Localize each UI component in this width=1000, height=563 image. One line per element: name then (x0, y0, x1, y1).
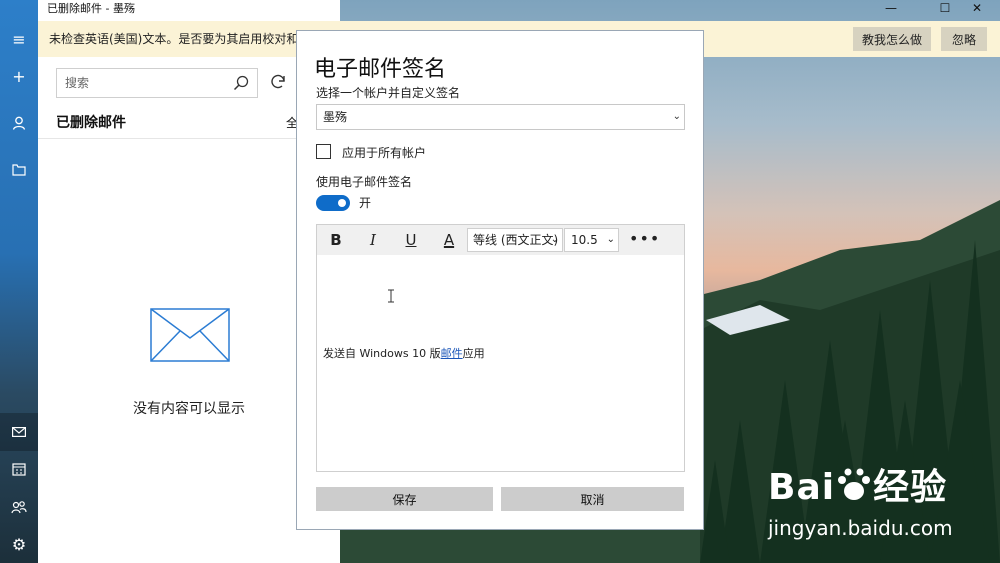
signature-editor[interactable]: B I U A 等线 (西文正文) ⌄ 10.5 ⌄ ••• 发送自 Windows… (316, 224, 685, 472)
close-icon[interactable]: ✕ (962, 0, 992, 17)
chevron-down-icon: ⌄ (672, 111, 681, 122)
bold-button[interactable]: B (323, 225, 349, 255)
search-placeholder: 搜索 (65, 76, 90, 90)
baidu-watermark: Bai 经验 jingyan.baidu.com (768, 458, 953, 540)
new-mail-icon[interactable]: + (0, 57, 38, 95)
font-size-select[interactable]: 10.5 ⌄ (564, 228, 619, 252)
use-signature-label: 使用电子邮件签名 (316, 175, 413, 189)
dialog-title: 电子邮件签名 (314, 57, 447, 82)
cancel-button[interactable]: 取消 (501, 487, 684, 511)
watermark-brand: Bai (768, 467, 836, 508)
minimize-icon[interactable]: — (876, 0, 906, 17)
people-icon[interactable] (0, 488, 38, 526)
mail-icon[interactable] (0, 413, 38, 451)
maximize-icon[interactable]: ☐ (930, 0, 960, 17)
apply-all-accounts-checkbox[interactable] (316, 144, 331, 159)
apply-all-accounts-label: 应用于所有帐户 (342, 146, 427, 160)
folder-title: 已删除邮件 (56, 115, 126, 131)
email-signature-dialog: 电子邮件签名 选择一个帐户并自定义签名 墨殇 ⌄ 应用于所有帐户 使用电子邮件签… (296, 30, 704, 530)
window-title: 已删除邮件 - 墨殇 (38, 0, 340, 17)
italic-button[interactable]: I (360, 225, 386, 255)
signature-prefix: 发送自 Windows 10 版 (323, 347, 441, 360)
nav-rail: ≡ + ⚙ (0, 0, 38, 563)
chevron-down-icon: ⌄ (550, 234, 559, 245)
text-cursor-icon (388, 289, 394, 303)
empty-envelope-icon (150, 308, 230, 362)
hamburger-menu-icon[interactable]: ≡ (0, 20, 38, 58)
formatting-toolbar: B I U A 等线 (西文正文) ⌄ 10.5 ⌄ ••• (317, 225, 684, 255)
toggle-knob (338, 199, 346, 207)
calendar-icon[interactable] (0, 450, 38, 488)
divider (38, 138, 340, 139)
signature-suffix: 应用 (462, 347, 485, 360)
settings-gear-icon[interactable]: ⚙ (0, 525, 38, 563)
chevron-down-icon: ⌄ (606, 234, 615, 245)
toggle-state-label: 开 (359, 196, 372, 210)
message-list-pane (38, 17, 340, 563)
watermark-brand-suffix: 经验 (873, 467, 948, 508)
account-select-value: 墨殇 (323, 110, 348, 124)
paw-logo-icon (838, 468, 871, 500)
search-box[interactable]: 搜索 (56, 68, 258, 98)
font-color-button[interactable]: A (436, 225, 462, 255)
save-button[interactable]: 保存 (316, 487, 493, 511)
mail-app-link[interactable]: 邮件 (441, 347, 463, 360)
empty-state-message: 没有内容可以显示 (133, 401, 245, 417)
font-size-value: 10.5 (571, 233, 598, 247)
accounts-icon[interactable] (0, 104, 38, 142)
underline-button[interactable]: U (398, 225, 424, 255)
folders-icon[interactable] (0, 151, 38, 189)
account-select[interactable]: 墨殇 ⌄ (316, 104, 685, 130)
sync-icon[interactable] (268, 72, 288, 92)
search-icon[interactable] (233, 75, 249, 91)
use-signature-toggle[interactable] (316, 195, 350, 211)
font-name-value: 等线 (西文正文) (473, 233, 559, 247)
notification-message: 未检查英语(美国)文本。是否要为其启用校对和翻 (49, 32, 311, 46)
teach-me-button[interactable]: 教我怎么做 (853, 27, 931, 51)
more-options-button[interactable]: ••• (629, 225, 660, 253)
account-prompt: 选择一个帐户并自定义签名 (316, 86, 461, 100)
font-name-select[interactable]: 等线 (西文正文) ⌄ (467, 228, 563, 252)
signature-text[interactable]: 发送自 Windows 10 版邮件应用 (323, 345, 485, 361)
watermark-url: jingyan.baidu.com (768, 516, 953, 540)
ignore-button[interactable]: 忽略 (941, 27, 987, 51)
